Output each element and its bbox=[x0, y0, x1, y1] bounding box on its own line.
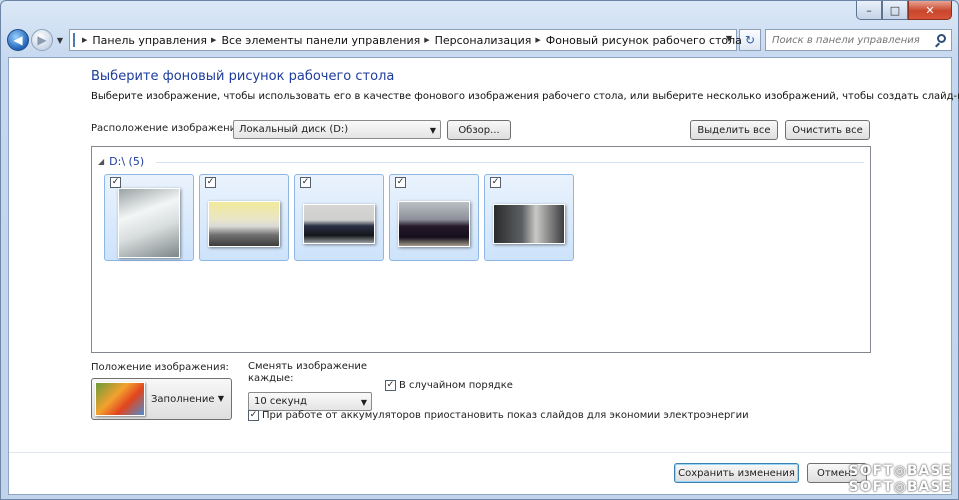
back-arrow-icon[interactable]: ◀ bbox=[7, 29, 29, 51]
maximize-button[interactable]: □ bbox=[882, 1, 908, 20]
select-all-button[interactable]: Выделить все bbox=[690, 120, 778, 140]
group-header[interactable]: ◢ D:\ (5) bbox=[98, 155, 144, 168]
change-interval-label: Сменять изображение каждые: bbox=[248, 361, 368, 384]
navigation-bar: ◀ ▶ ▼ ▶ Панель управления ▶ Все элементы… bbox=[7, 27, 952, 53]
interval-select-value: 10 секунд bbox=[254, 396, 307, 407]
dark-interior-room-image bbox=[493, 203, 565, 244]
battery-pause-label[interactable]: При работе от аккумуляторов приостановит… bbox=[262, 410, 749, 421]
page-title: Выберите фоновый рисунок рабочего стола bbox=[91, 69, 395, 84]
chevron-down-icon: ▼ bbox=[429, 126, 436, 135]
page-subtitle: Выберите изображение, чтобы использовать… bbox=[91, 91, 959, 102]
watermark-logo: SOFT◎BASE SOFT◎BASE bbox=[849, 463, 952, 495]
refresh-icon[interactable]: ↻ bbox=[739, 29, 761, 51]
location-select-value: Локальный диск (D:) bbox=[239, 124, 349, 135]
control-panel-window: – □ ✕ ◀ ▶ ▼ ▶ Панель управления ▶ Все эл… bbox=[0, 0, 959, 500]
breadcrumb-separator-icon[interactable]: ▶ bbox=[424, 36, 429, 44]
white-computer-case-image bbox=[118, 187, 180, 258]
forward-arrow-icon[interactable]: ▶ bbox=[31, 29, 53, 51]
group-header-label: D:\ (5) bbox=[109, 155, 145, 168]
caption-buttons: – □ ✕ bbox=[856, 1, 952, 20]
position-label: Положение изображения: bbox=[91, 362, 229, 373]
close-button[interactable]: ✕ bbox=[908, 1, 952, 20]
minimize-button[interactable]: – bbox=[856, 1, 882, 20]
save-button[interactable]: Сохранить изменения bbox=[674, 463, 799, 483]
image-checkbox[interactable]: ✓ bbox=[205, 177, 216, 188]
address-dropdown-icon[interactable]: ▼ bbox=[726, 34, 732, 43]
browse-button[interactable]: Обзор... bbox=[447, 120, 511, 140]
search-box[interactable] bbox=[765, 29, 952, 51]
image-thumbnail-3[interactable]: ✓ bbox=[294, 174, 384, 261]
random-order-label[interactable]: В случайном порядке bbox=[399, 380, 513, 391]
position-select-value: Заполнение bbox=[151, 393, 215, 405]
breadcrumb-separator-icon[interactable]: ▶ bbox=[535, 36, 540, 44]
interval-select[interactable]: 10 секунд ▼ bbox=[248, 392, 372, 411]
watermark-line-2: SOFT◎BASE bbox=[848, 479, 952, 495]
position-preview-image bbox=[95, 382, 145, 416]
location-select[interactable]: Локальный диск (D:) ▼ bbox=[233, 120, 441, 139]
breadcrumb-all-items[interactable]: Все элементы панели управления bbox=[221, 34, 420, 47]
image-thumbnail-5[interactable]: ✓ bbox=[484, 174, 574, 261]
dark-purple-classic-car-image bbox=[398, 200, 470, 247]
white-tuned-car-image bbox=[208, 200, 280, 247]
random-order-checkbox[interactable]: ✓ bbox=[385, 380, 396, 391]
breadcrumb-personalization[interactable]: Персонализация bbox=[435, 34, 532, 47]
battery-pause-option[interactable]: ✓ При работе от аккумуляторов приостанов… bbox=[248, 410, 749, 421]
content-pane: Выберите фоновый рисунок рабочего стола … bbox=[8, 57, 959, 495]
image-checkbox[interactable]: ✓ bbox=[395, 177, 406, 188]
search-icon[interactable] bbox=[937, 34, 946, 43]
watermark-line-1: SOFT◎BASE bbox=[848, 463, 952, 479]
image-gallery[interactable]: ◢ D:\ (5) ✓ ✓ ✓ ✓ ✓ bbox=[91, 146, 871, 353]
collapse-triangle-icon[interactable]: ◢ bbox=[98, 157, 104, 166]
image-thumbnail-1[interactable]: ✓ bbox=[104, 174, 194, 261]
recent-pages-dropdown-icon[interactable]: ▼ bbox=[55, 36, 65, 45]
chevron-down-icon: ▼ bbox=[217, 394, 224, 403]
clear-all-button[interactable]: Очистить все bbox=[785, 120, 870, 140]
breadcrumb-desktop-background[interactable]: Фоновый рисунок рабочего стола bbox=[546, 34, 742, 47]
breadcrumb-control-panel[interactable]: Панель управления bbox=[92, 34, 207, 47]
image-thumbnail-4[interactable]: ✓ bbox=[389, 174, 479, 261]
chevron-down-icon: ▼ bbox=[360, 398, 367, 407]
image-thumbnail-2[interactable]: ✓ bbox=[199, 174, 289, 261]
position-select[interactable]: Заполнение ▼ bbox=[91, 378, 232, 420]
footer-divider bbox=[9, 452, 951, 453]
black-car-drift-image bbox=[303, 203, 375, 244]
random-order-option[interactable]: ✓ В случайном порядке bbox=[385, 380, 513, 391]
image-checkbox[interactable]: ✓ bbox=[110, 177, 121, 188]
battery-pause-checkbox[interactable]: ✓ bbox=[248, 410, 259, 421]
group-divider bbox=[156, 162, 864, 163]
breadcrumb-separator-icon[interactable]: ▶ bbox=[211, 36, 216, 44]
control-panel-icon bbox=[73, 33, 75, 47]
location-label: Расположение изображения: bbox=[91, 123, 246, 134]
address-bar[interactable]: ▶ Панель управления ▶ Все элементы панел… bbox=[69, 29, 742, 51]
image-checkbox[interactable]: ✓ bbox=[490, 177, 501, 188]
search-input[interactable] bbox=[772, 34, 942, 46]
image-checkbox[interactable]: ✓ bbox=[300, 177, 311, 188]
breadcrumb-separator-icon[interactable]: ▶ bbox=[82, 36, 87, 44]
